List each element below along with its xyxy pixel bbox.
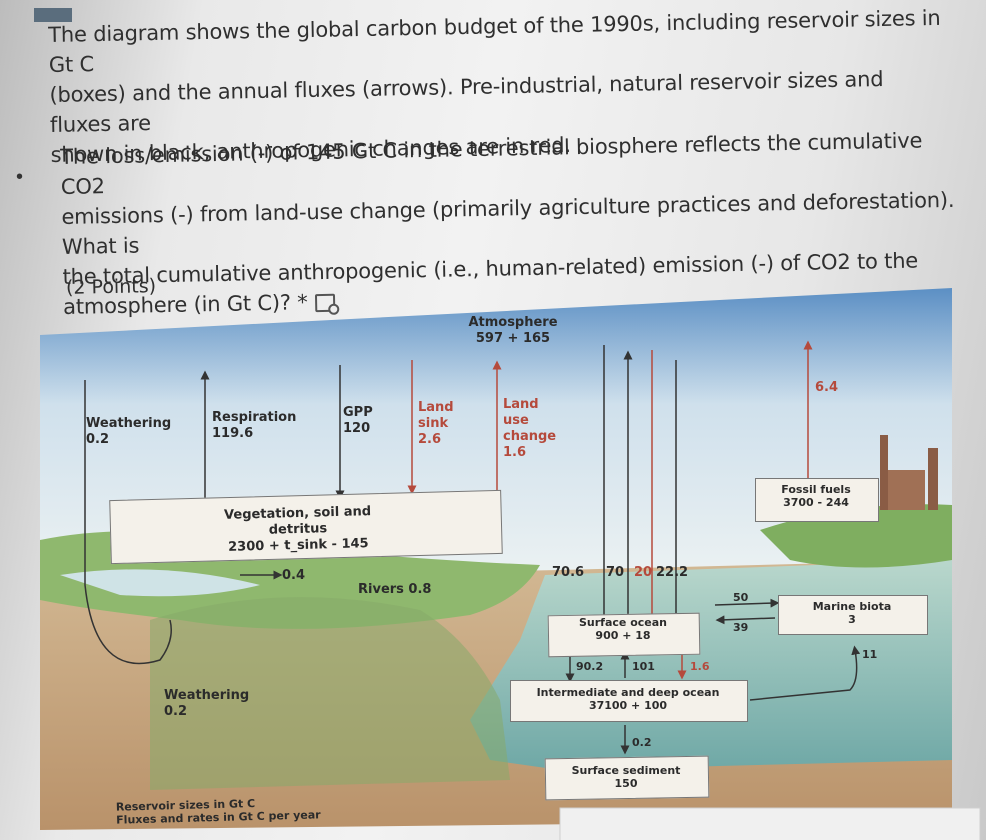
factory-chimney-2: [928, 448, 938, 510]
fossil-flux-label: 6.4: [815, 380, 839, 395]
respiration-label: Respiration 119.6: [212, 410, 297, 441]
bio-flux-label-3: 11: [862, 648, 878, 661]
deep-flux-label-1: 90.2: [576, 660, 604, 673]
factory-building: [885, 470, 925, 510]
weathering-bottom-label: Weathering 0.2: [164, 688, 250, 719]
sediment-flux-label: 0.2: [632, 736, 652, 749]
ocean-exchange-label-3: 20: [634, 565, 653, 580]
fossil-fuels-label: Fossil fuels 3700 - 244: [781, 483, 851, 509]
land-sink-label: Land sink 2.6: [418, 400, 454, 447]
atmosphere-label: Atmosphere 597 + 165: [468, 315, 558, 346]
ocean-exchange-label-4: 22.2: [656, 565, 689, 580]
next-card-edge: [559, 807, 981, 840]
ocean-exchange-label-2: 70: [606, 565, 625, 580]
vegetation-label: Vegetation, soil and detritus 2300 + t_s…: [223, 504, 372, 555]
deep-ocean-label: Intermediate and deep ocean 37100 + 100: [536, 686, 720, 712]
gpp-label: GPP 120: [343, 405, 373, 436]
rivers-label: Rivers 0.8: [358, 582, 432, 597]
factory-chimney-1: [880, 435, 888, 510]
weathering-top-label: Weathering 0.2: [86, 416, 172, 447]
deep-flux-label-2: 101: [632, 660, 655, 673]
bio-flux-label-2: 39: [733, 621, 749, 634]
sediment-label: Surface sediment 150: [571, 764, 681, 790]
river-flux-label: 0.4: [282, 568, 306, 583]
deep-flux-label-3: 1.6: [690, 660, 710, 673]
marine-biota-label: Marine biota 3: [812, 600, 892, 626]
ocean-region: [470, 560, 952, 770]
ocean-exchange-label-1: 70.6: [552, 565, 585, 580]
diagram-legend: Reservoir sizes in Gt C Fluxes and rates…: [115, 797, 321, 827]
surface-ocean-label: Surface ocean 900 + 18: [579, 616, 667, 642]
bio-flux-label-1: 50: [733, 591, 749, 604]
land-use-change-label: Land use change 1.6: [503, 397, 557, 460]
